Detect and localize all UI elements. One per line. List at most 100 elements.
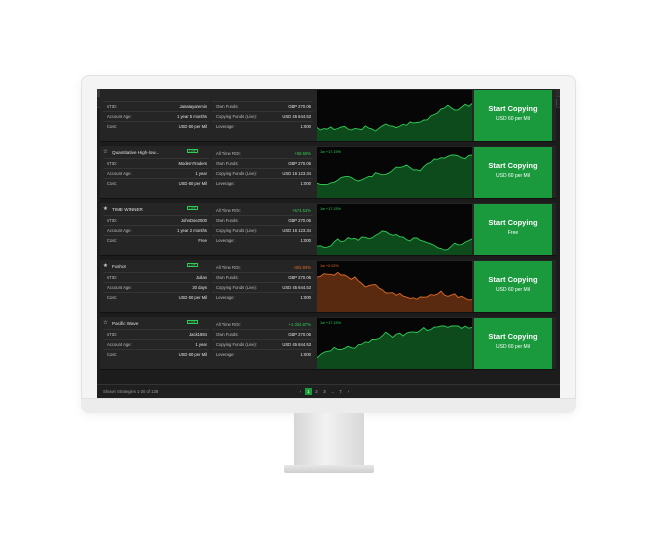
leverage-value: 1:000 — [300, 295, 311, 300]
weekly-performance-label: 1w +2.02% — [320, 264, 339, 268]
account-age-label: Account Age: — [107, 342, 132, 347]
copying-funds-row: Copying Funds (Live): USD 45 644.53 — [212, 339, 313, 349]
performance-chart: 1w +17.15% — [317, 318, 472, 369]
sparkline-area — [317, 326, 472, 369]
sparkline-svg — [317, 154, 472, 198]
copying-funds-row: Copying Funds (Live): USD 16 123.34 — [212, 168, 313, 178]
cost-value: Free — [198, 238, 207, 243]
strategy-header: ☆ Pacific Wave — [103, 319, 138, 327]
pagination-page-button[interactable]: 7 — [337, 388, 344, 395]
pagination-page-button[interactable]: 3 — [321, 388, 328, 395]
monitor-chin — [81, 398, 576, 413]
star-filled-icon[interactable]: ★ — [103, 206, 109, 212]
own-funds-label: Own Funds: — [216, 332, 239, 337]
stid-row: sTID: Julian — [103, 272, 209, 282]
start-copying-button[interactable]: Start Copying USD 60 per Mil — [474, 261, 552, 312]
strategy-funds: All Time ROI: +1 334.87% Own Funds: GBP … — [212, 317, 313, 370]
roi-value: -402.93% — [293, 264, 311, 270]
roi-value: +58.55% — [294, 150, 311, 156]
pagination: ‹ 1 2 3 ... 7 › — [297, 388, 352, 395]
start-copying-button[interactable]: Start Copying Free — [474, 204, 552, 255]
account-age-row: Account Age: 1 year 2 months — [103, 225, 209, 235]
pagination-page-button[interactable]: 2 — [313, 388, 320, 395]
own-funds-label: Own Funds: — [216, 275, 239, 280]
star-outline-icon[interactable]: ☆ — [103, 320, 109, 326]
sparkline-area — [317, 103, 472, 141]
account-age-row: Account Age: 20 days — [103, 282, 209, 292]
start-copying-label: Start Copying — [488, 161, 538, 170]
copying-funds-row: Copying Funds (Live): USD 16 123.34 — [212, 225, 313, 235]
performance-chart: 1w +2.02% — [317, 261, 472, 312]
stid-value[interactable]: ModernTraders — [179, 161, 207, 166]
cost-label: Cost: — [107, 352, 117, 357]
account-age-value: 1 year — [195, 171, 207, 176]
own-funds-row: Own Funds: GBP 270.06 — [212, 272, 313, 282]
pagination-page-button[interactable]: 1 — [305, 388, 312, 395]
roi-row: All Time ROI: -402.93% — [212, 262, 313, 272]
strategy-list: sTID: Janatayaremin Account Age: 1 year … — [97, 89, 560, 384]
star-outline-icon[interactable]: ☆ — [103, 149, 109, 155]
strategy-card: sTID: Janatayaremin Account Age: 1 year … — [100, 89, 556, 142]
own-funds-value: GBP 270.06 — [288, 275, 311, 280]
account-age-label: Account Age: — [107, 285, 132, 290]
own-funds-value: GBP 270.06 — [288, 218, 311, 223]
shown-strategies-count: Shown Strategies 1-20 of 138 — [103, 389, 159, 394]
roi-label: All Time ROI: — [216, 207, 241, 213]
monitor-stand-neck — [294, 413, 364, 466]
strategy-info: sTID: Janatayaremin Account Age: 1 year … — [103, 89, 209, 142]
performance-chart: 1w +17.15% — [317, 147, 472, 198]
account-age-value: 1 year — [195, 342, 207, 347]
cost-row: Cost: Free — [103, 235, 209, 245]
cost-label: Cost: — [107, 124, 117, 129]
own-funds-row: Own Funds: GBP 270.06 — [212, 329, 313, 339]
strategy-funds: All Time ROI: +574.53% Own Funds: GBP 27… — [212, 203, 313, 256]
strategy-name[interactable]: Fxshot — [112, 264, 126, 269]
roi-value: +574.53% — [292, 207, 311, 213]
pagination-next-button[interactable]: › — [345, 388, 352, 395]
cost-label: Cost: — [107, 238, 117, 243]
account-age-row: Account Age: 1 year 5 months — [103, 111, 209, 121]
list-footer: Shown Strategies 1-20 of 138 ‹ 1 2 3 ...… — [97, 384, 560, 398]
stid-label: sTID: — [107, 161, 118, 166]
own-funds-value: GBP 270.06 — [288, 332, 311, 337]
performance-chart: 1w +17.15% — [317, 204, 472, 255]
stid-value[interactable]: Janatayaremin — [180, 104, 207, 109]
cost-row: Cost: USD 60 per Mil — [103, 292, 209, 302]
live-badge: Live — [187, 206, 198, 210]
start-copying-price: USD 60 per Mil — [496, 116, 530, 122]
app-screen: Strategies Enter Strategy Name All Accou… — [97, 89, 560, 398]
copying-funds-row: Copying Funds (Live): USD 45 644.53 — [212, 282, 313, 292]
copying-funds-value: USD 45 644.53 — [282, 285, 311, 290]
start-copying-button[interactable]: Start Copying USD 60 per Mil — [474, 90, 552, 141]
live-badge: Live — [187, 263, 198, 267]
pagination-ellipsis: ... — [330, 389, 335, 394]
cost-row: Cost: USD 60 per Mil — [103, 178, 209, 188]
stid-value[interactable]: Julian — [196, 275, 207, 280]
stid-value[interactable]: JohnDoe2000 — [181, 218, 207, 223]
stid-value[interactable]: Jack1884 — [189, 332, 207, 337]
strategy-name[interactable]: Pacific Wave — [112, 321, 138, 326]
strategy-info: ★ Fxshot Live sTID: Julian Account Age: … — [103, 260, 209, 313]
copying-funds-value: USD 45 644.53 — [282, 342, 311, 347]
start-copying-button[interactable]: Start Copying USD 60 per Mil — [474, 318, 552, 369]
stid-row: sTID: Jack1884 — [103, 329, 209, 339]
cost-value: USD 60 per Mil — [178, 124, 207, 129]
strategy-info: ★ TIME WINNER Live sTID: JohnDoe2000 Acc… — [103, 203, 209, 256]
start-copying-button[interactable]: Start Copying USD 60 per Mil — [474, 147, 552, 198]
strategy-name[interactable]: TIME WINNER — [112, 207, 143, 212]
stid-label: sTID: — [107, 275, 118, 280]
strategy-funds: All Time ROI: -402.93% Own Funds: GBP 27… — [212, 260, 313, 313]
account-age-value: 1 year 2 months — [176, 228, 207, 233]
start-copying-price: Free — [507, 230, 519, 236]
roi-label: All Time ROI: — [216, 321, 241, 327]
strategy-name[interactable]: Quantitative High-low... — [112, 150, 159, 155]
pagination-prev-button[interactable]: ‹ — [297, 388, 304, 395]
leverage-row: Leverage: 1:000 — [212, 121, 313, 131]
leverage-value: 1:000 — [300, 238, 311, 243]
leverage-value: 1:000 — [300, 124, 311, 129]
strategy-info: ☆ Pacific Wave Live sTID: Jack1884 Accou… — [103, 317, 209, 370]
star-filled-icon[interactable]: ★ — [103, 263, 109, 269]
weekly-performance-label: 1w +17.15% — [320, 207, 342, 211]
account-age-row: Account Age: 1 year — [103, 339, 209, 349]
leverage-row: Leverage: 1:000 — [212, 178, 313, 188]
